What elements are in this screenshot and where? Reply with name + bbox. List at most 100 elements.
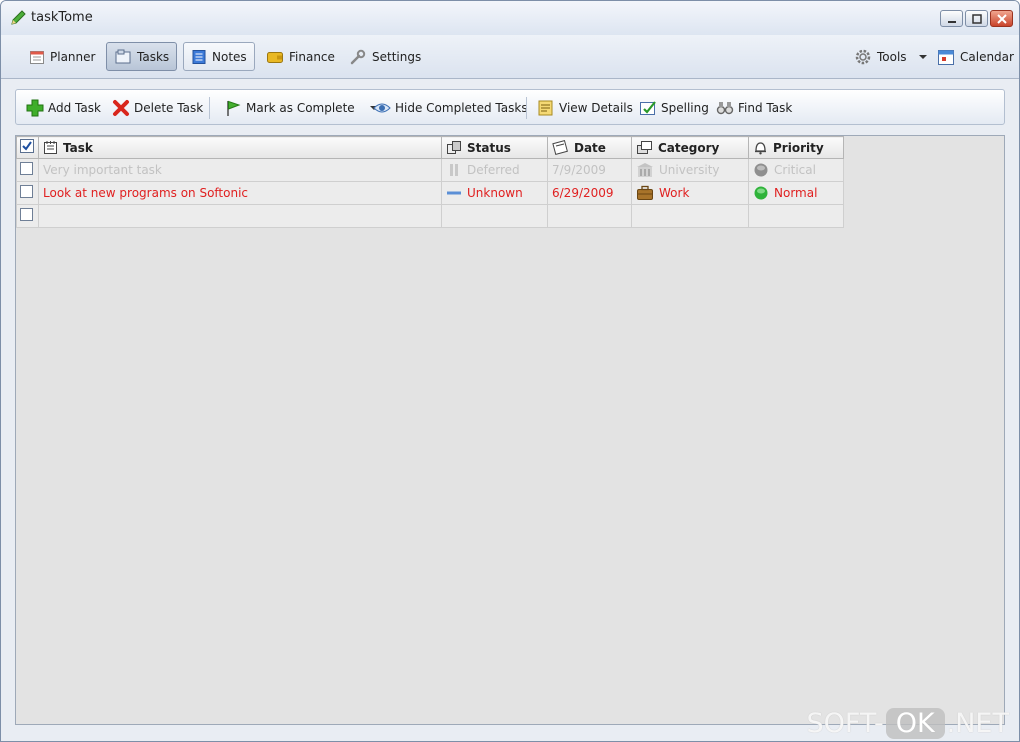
close-button[interactable] [990,10,1013,27]
priority-cell[interactable]: Normal [748,181,844,205]
date-cell[interactable] [547,204,632,228]
date-text: 7/9/2009 [552,163,606,177]
mark-complete-label: Mark as Complete [246,101,355,115]
column-priority-header[interactable]: Priority [748,136,844,159]
nav-tools-label: Tools [877,49,907,64]
row-checkbox-cell[interactable] [16,181,39,205]
delete-task-label: Delete Task [134,101,204,115]
table-row[interactable]: Very important task Deferred 7/9/2009 Un… [16,158,844,182]
nav-notes[interactable]: Notes [183,42,255,71]
row-checkbox[interactable] [20,162,33,175]
column-category-header[interactable]: Category [631,136,749,159]
select-all-header[interactable] [16,136,39,159]
category-cell[interactable]: University [631,158,749,182]
task-toolbar: Add Task Delete Task Mark as Complete Hi… [15,89,1005,125]
nav-notes-label: Notes [212,49,247,64]
minimize-icon [947,20,956,23]
task-title: Very important task [43,163,162,177]
toolbar-separator [526,97,527,119]
details-icon [538,100,553,116]
nav-tools[interactable]: Tools [846,42,936,71]
status-cell[interactable]: Unknown [441,181,548,205]
column-category-label: Category [658,140,720,155]
notes-icon [192,49,206,64]
date-cell[interactable]: 6/29/2009 [547,181,632,205]
column-status-label: Status [467,140,511,155]
notepad-icon [44,141,57,154]
watermark-left: SOFT- [806,708,884,739]
spelling-button[interactable]: Spelling [639,98,709,118]
spellcheck-icon [640,101,656,115]
nav-calendar-label: Calendar [960,49,1014,64]
eye-icon [373,103,391,113]
checkbox-checked-icon[interactable] [20,139,34,153]
priority-text: Critical [774,163,816,177]
task-grid: Task Status Date Category Priority Very … [15,135,1005,725]
nav-finance[interactable]: Finance [258,42,343,71]
priority-dot-icon [754,186,768,200]
hide-completed-button[interactable]: Hide Completed Tasks [373,98,528,118]
view-details-button[interactable]: View Details [537,98,633,118]
column-task-header[interactable]: Task [38,136,442,159]
priority-cell[interactable]: Critical [748,158,844,182]
add-task-label: Add Task [48,101,101,115]
plus-icon [26,99,44,117]
bell-icon [755,142,766,155]
column-date-label: Date [574,140,606,155]
task-cell[interactable]: Look at new programs on Softonic [38,181,442,205]
nav-tasks-label: Tasks [137,49,170,64]
university-icon [637,163,653,177]
category-cell[interactable]: Work [631,181,749,205]
delete-task-button[interactable]: Delete Task [112,98,203,118]
status-text: Deferred [467,163,520,177]
close-icon [996,13,1007,24]
task-cell[interactable] [38,204,442,228]
column-date-header[interactable]: Date [547,136,632,159]
priority-cell[interactable] [748,204,844,228]
new-task-row[interactable] [16,204,844,228]
watermark-right: .NET [946,708,1009,739]
status-icon [447,141,461,154]
briefcase-icon [637,185,653,200]
main-nav: Planner Tasks Notes Finance Settings Too… [1,35,1019,79]
find-task-button[interactable]: Find Task [716,98,792,118]
planner-icon [30,50,44,64]
table-header-row: Task Status Date Category Priority [16,136,844,159]
nav-planner-label: Planner [50,49,96,64]
mark-complete-button[interactable]: Mark as Complete [224,98,379,118]
maximize-button[interactable] [965,10,988,27]
chevron-down-icon [918,54,927,59]
status-cell[interactable] [441,204,548,228]
nav-planner[interactable]: Planner [21,42,103,71]
watermark-mid: OK [885,708,945,739]
add-task-button[interactable]: Add Task [26,98,101,118]
spelling-label: Spelling [661,101,709,115]
row-checkbox[interactable] [20,208,33,221]
category-cell[interactable] [631,204,749,228]
binoculars-icon [716,102,734,115]
priority-text: Normal [774,186,818,200]
table-row[interactable]: Look at new programs on Softonic Unknown… [16,181,844,205]
watermark: SOFT- OK .NET [806,708,1009,739]
row-checkbox-cell[interactable] [16,158,39,182]
nav-settings[interactable]: Settings [341,42,429,71]
row-checkbox[interactable] [20,185,33,198]
minimize-button[interactable] [940,10,963,27]
date-cell[interactable]: 7/9/2009 [547,158,632,182]
nav-tasks[interactable]: Tasks [106,42,178,71]
nav-calendar[interactable]: Calendar [929,42,1019,71]
column-priority-label: Priority [773,140,824,155]
window-controls [940,10,1013,27]
maximize-icon [971,13,982,24]
column-status-header[interactable]: Status [441,136,548,159]
category-text: Work [659,186,690,200]
status-cell[interactable]: Deferred [441,158,548,182]
row-checkbox-cell[interactable] [16,204,39,228]
task-cell[interactable]: Very important task [38,158,442,182]
toolbar-separator [209,97,210,119]
title-bar: taskTome [1,1,1019,35]
tasks-panel: Add Task Delete Task Mark as Complete Hi… [1,79,1019,741]
pencil-icon [11,10,26,25]
status-text: Unknown [467,186,523,200]
column-task-label: Task [63,140,93,155]
